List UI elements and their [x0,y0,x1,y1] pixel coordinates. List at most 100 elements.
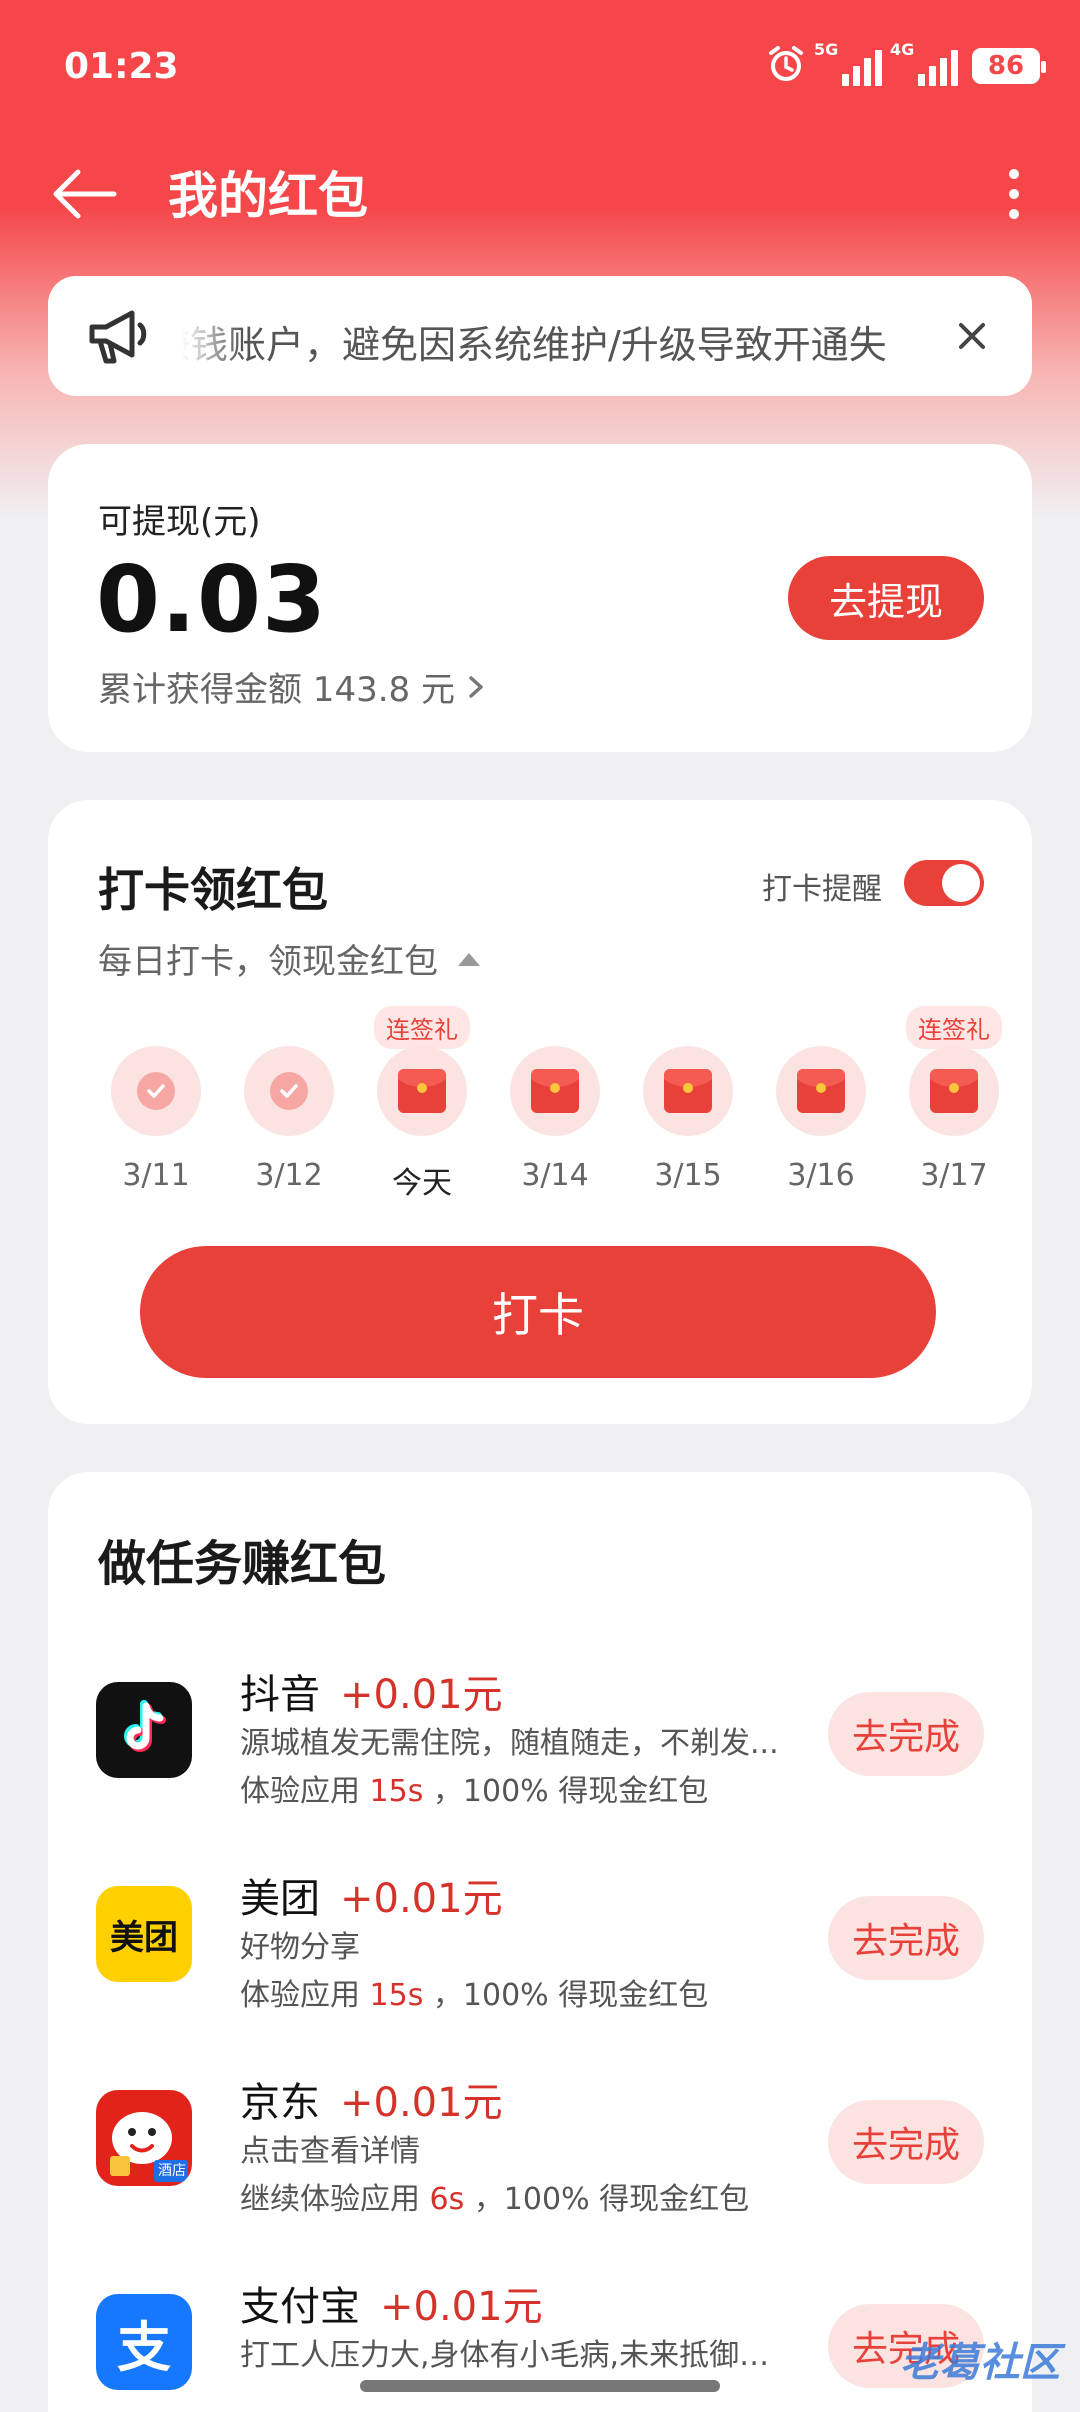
total-earned-link[interactable]: 累计获得金额 143.8 元 [98,662,487,711]
red-packet-day-circle [377,1046,467,1136]
alipay-icon-text: 支 [117,2315,171,2379]
task-name-row: 支付宝 +0.01元 [240,2274,543,2332]
checkin-subtitle: 每日打卡，领现金红包 [98,942,438,982]
task-description: 点击查看详情 [240,2134,420,2169]
task-complete-button[interactable]: 去完成 [828,2100,984,2184]
task-experience-text: 体验应用 15s ，100% 得现金红包 [240,1970,708,2014]
task-reward: +0.01元 [340,1672,503,1718]
task-seconds: 15s [369,1978,424,2013]
notice-close-button[interactable] [942,306,1002,366]
close-icon [959,323,985,349]
total-earned-text: 累计获得金额 143.8 元 [98,670,455,710]
battery-icon: 86 [972,48,1046,84]
jd-icon-hotel-text: 酒店 [158,2163,186,2179]
notice-bar[interactable]: 赚钱账户，避免因系统维护/升级导致开通失 [48,276,1032,396]
checkin-day: 连签礼 今天 [362,1006,482,1206]
signal-4g-icon: 4G [890,40,958,86]
withdraw-button[interactable]: 去提现 [788,556,984,640]
task-seconds: 15s [369,1774,424,1809]
watermark-logo: 老葛社区 [900,2340,1060,2386]
task-exp-suffix: ，100% 得现金红包 [432,1978,709,2013]
task-description: 好物分享 [240,1930,360,1965]
task-app-name: 美团 [240,1876,320,1922]
task-name-row: 抖音 +0.01元 [240,1662,503,1720]
task-reward: +0.01元 [340,1876,503,1922]
task-reward: +0.01元 [380,2284,543,2330]
red-packet-icon [797,1069,845,1113]
streak-gift-badge: 连签礼 [906,1006,1002,1049]
red-packet-day-circle [776,1046,866,1136]
checkin-day-date: 3/17 [920,1158,988,1193]
task-seconds: 6s [429,2182,465,2217]
red-packet-icon [930,1069,978,1113]
checkin-day: 3/12 [229,1006,349,1206]
checkin-day-date: 3/11 [122,1158,190,1193]
notice-marquee: 赚钱账户，避免因系统维护/升级导致开通失 [182,306,942,366]
signal-4g-label: 4G [890,40,915,59]
checkin-day-date: 3/12 [255,1158,323,1193]
back-arrow-icon [53,169,117,219]
task-item-meituan[interactable]: 美团 美团 +0.01元 好物分享 体验应用 15s ，100% 得现金红包 去完… [48,1866,1032,2046]
meituan-app-icon: 美团 [96,1886,192,1982]
task-exp-prefix: 继续体验应用 [240,2182,420,2217]
task-name-row: 美团 +0.01元 [240,1866,503,1924]
checkin-day: 3/16 [761,1006,881,1206]
more-vertical-icon [1009,169,1019,219]
checkin-subtitle-row[interactable]: 每日打卡，领现金红包 [98,934,482,983]
checkin-day-date: 3/14 [521,1158,589,1193]
task-reward: +0.01元 [340,2080,503,2126]
task-app-name: 支付宝 [240,2284,360,2330]
checkin-title: 打卡领红包 [98,863,328,917]
page-title: 我的红包 [168,167,368,225]
withdrawable-label: 可提现(元) [98,502,261,542]
task-item-jd[interactable]: 酒店 京东 +0.01元 点击查看详情 继续体验应用 6s ，100% 得现金红包… [48,2070,1032,2250]
task-name-row: 京东 +0.01元 [240,2070,503,2128]
check-icon [137,1072,175,1110]
douyin-app-icon [96,1682,192,1778]
reminder-toggle[interactable] [904,860,984,906]
tasks-title: 做任务赚红包 [98,1536,387,1592]
battery-level: 86 [987,51,1025,81]
task-complete-button[interactable]: 去完成 [828,1896,984,1980]
balance-card: 可提现(元) 0.03 累计获得金额 143.8 元 去提现 [48,444,1032,752]
home-indicator[interactable] [360,2380,720,2392]
checkin-day: 3/11 [96,1006,216,1206]
notice-text: 赚钱账户，避免因系统维护/升级导致开通失 [182,323,887,366]
red-packet-icon [531,1069,579,1113]
signal-5g-icon: 5G [814,40,882,86]
checkin-day: 3/15 [628,1006,748,1206]
meituan-icon-text: 美团 [110,1917,178,1958]
task-exp-prefix: 体验应用 [240,1978,360,2013]
back-button[interactable] [48,158,120,230]
red-packet-day-circle [643,1046,733,1136]
task-experience-text: 体验应用 15s ，100% 得现金红包 [240,1766,708,1810]
checkin-day: 连签礼 3/17 [894,1006,1014,1206]
checkin-button[interactable]: 打卡 [140,1246,936,1378]
task-item-douyin[interactable]: 抖音 +0.01元 源城植发无需住院，随植随走，不剃发... 体验应用 15s ，… [48,1662,1032,1842]
streak-gift-badge: 连签礼 [374,1006,470,1049]
withdrawable-amount: 0.03 [96,546,327,653]
red-packet-day-circle [510,1046,600,1136]
checkin-day-date: 今天 [392,1166,452,1201]
checked-day-circle [244,1046,334,1136]
status-bar: 01:23 5G 4G 86 [0,0,1080,140]
alipay-app-icon: 支 [96,2294,192,2390]
task-app-name: 抖音 [240,1672,320,1718]
check-icon [270,1072,308,1110]
checkin-day-date: 3/15 [654,1158,722,1193]
chevron-right-icon [469,675,483,698]
app-header: 我的红包 [0,140,1080,250]
checked-day-circle [111,1046,201,1136]
tasks-card: 做任务赚红包 抖音 +0.01元 源城植发无需住院，随植随走，不剃发... 体验应… [48,1472,1032,2412]
task-description: 打工人压力大,身体有小毛病,未来抵御风... [240,2338,780,2373]
task-complete-button[interactable]: 去完成 [828,1692,984,1776]
red-packet-day-circle [909,1046,999,1136]
task-description: 源城植发无需住院，随植随走，不剃发... [240,1726,779,1761]
checkin-day: 3/14 [495,1006,615,1206]
checkin-card: 打卡领红包 打卡提醒 每日打卡，领现金红包 3/11 3/12 连签礼 今天 3/14 3… [48,800,1032,1424]
checkin-days-row: 3/11 3/12 连签礼今天 3/14 3/15 3/16 连签礼 3/17 [48,1006,1032,1206]
jd-app-icon: 酒店 [96,2090,192,2186]
status-time: 01:23 [64,46,179,87]
task-app-name: 京东 [240,2080,320,2126]
more-options-button[interactable] [978,158,1050,230]
